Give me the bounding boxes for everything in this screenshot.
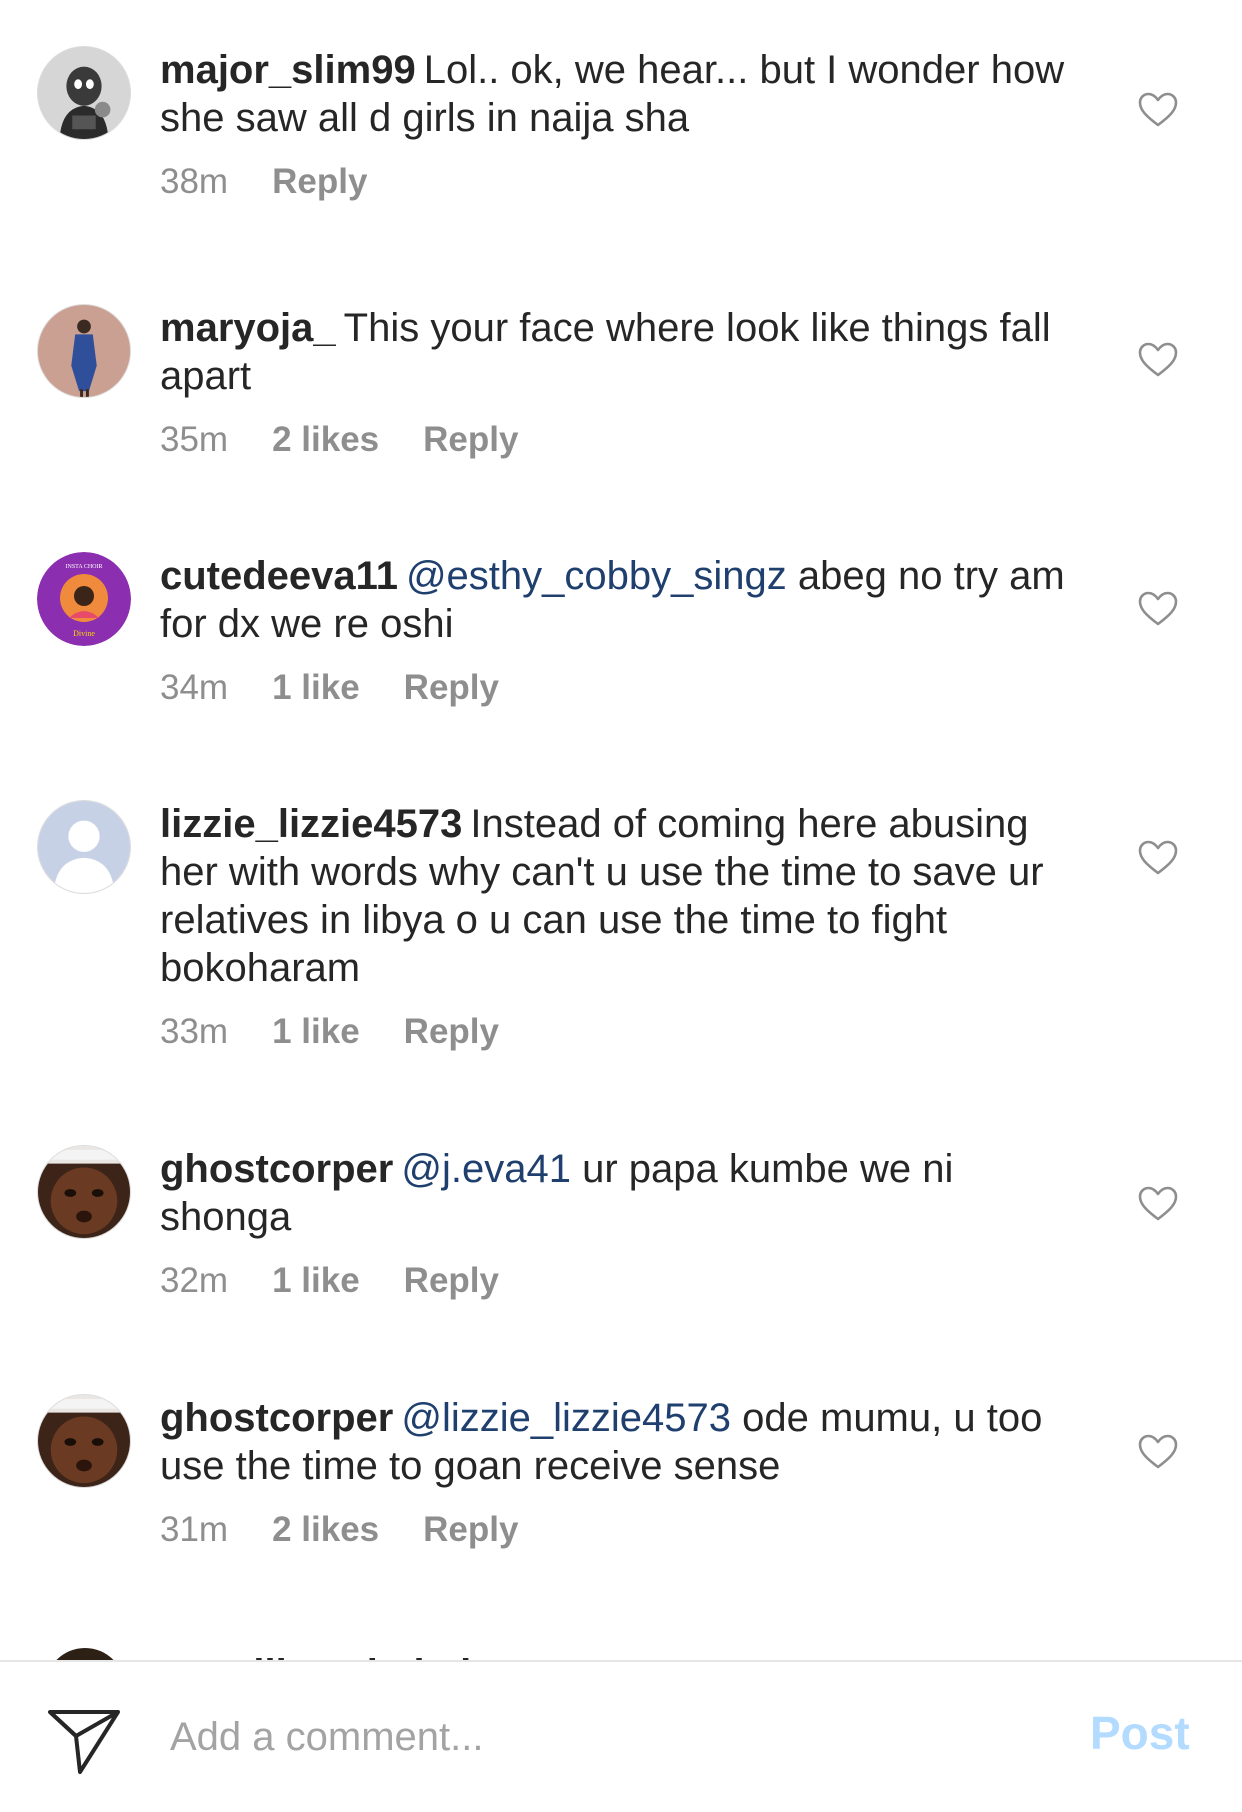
paper-plane-icon[interactable] — [46, 1706, 122, 1776]
avatar-text-bottom: Divine — [73, 629, 95, 638]
reply-button[interactable]: Reply — [423, 418, 518, 462]
comment-body: cutedeeva11 @esthy_cobby_singz abeg no tr… — [160, 552, 1080, 710]
partial-avatar[interactable] — [45, 1648, 125, 1660]
avatar-text-top: INSTA CHOIR — [65, 564, 102, 570]
comment-username[interactable]: lizzie_lizzie4573 — [160, 802, 462, 846]
like-heart-icon[interactable] — [1138, 1434, 1178, 1470]
partial-comment-text: emmiliana babel — [160, 1652, 471, 1660]
comment-meta: 38m Reply — [160, 160, 1080, 204]
post-button[interactable]: Post — [1090, 1706, 1190, 1760]
comment-likes[interactable]: 1 like — [272, 666, 360, 710]
like-heart-icon[interactable] — [1138, 1186, 1178, 1222]
comment-time: 35m — [160, 420, 229, 459]
comment-username[interactable]: maryoja_ — [160, 306, 336, 350]
comment-likes[interactable]: 2 likes — [272, 1508, 379, 1552]
cartoon-avatar-icon[interactable] — [37, 46, 131, 140]
comment-likes[interactable]: 1 like — [272, 1259, 360, 1303]
comment-text: lizzie_lizzie4573 Instead of coming here … — [160, 800, 1080, 992]
reply-button[interactable]: Reply — [423, 1508, 518, 1552]
comment-body: lizzie_lizzie4573 Instead of coming here … — [160, 800, 1080, 1054]
reply-button[interactable]: Reply — [272, 160, 367, 204]
purple-badge-avatar-icon[interactable]: INSTA CHOIR Divine — [37, 552, 131, 646]
comment-text: ghostcorper @lizzie_lizzie4573 ode mumu, … — [160, 1394, 1080, 1490]
comment-username[interactable]: major_slim99 — [160, 48, 416, 92]
comment-input-bar: Post — [0, 1660, 1242, 1812]
comment-mention[interactable]: @lizzie_lizzie4573 — [401, 1396, 731, 1440]
comment-text: maryoja_ This your face where look like t… — [160, 304, 1080, 400]
comment-time: 38m — [160, 162, 229, 201]
comment-text: major_slim99 Lol.. ok, we hear... but I w… — [160, 46, 1080, 142]
like-heart-icon[interactable] — [1138, 342, 1178, 378]
comment-body: ghostcorper @lizzie_lizzie4573 ode mumu, … — [160, 1394, 1080, 1552]
comment-likes[interactable]: 2 likes — [272, 418, 379, 462]
comment-meta: 32m 1 like Reply — [160, 1259, 1080, 1303]
comment-likes[interactable]: 1 like — [272, 1010, 360, 1054]
comment-username[interactable]: ghostcorper — [160, 1396, 393, 1440]
comment-meta: 35m 2 likes Reply — [160, 418, 1080, 462]
comment-mention[interactable]: @esthy_cobby_singz — [406, 554, 787, 598]
add-comment-input[interactable] — [170, 1702, 1050, 1772]
comment-meta: 33m 1 like Reply — [160, 1010, 1080, 1054]
comment-time: 31m — [160, 1510, 229, 1549]
person-photo-avatar-icon[interactable] — [37, 304, 131, 398]
comment-username[interactable]: cutedeeva11 — [160, 554, 398, 598]
comment-body: maryoja_ This your face where look like t… — [160, 304, 1080, 462]
comment-mention[interactable]: @j.eva41 — [401, 1147, 571, 1191]
comments-screen: major_slim99 Lol.. ok, we hear... but I w… — [0, 0, 1242, 1812]
reply-button[interactable]: Reply — [404, 1259, 499, 1303]
comment-text: cutedeeva11 @esthy_cobby_singz abeg no tr… — [160, 552, 1080, 648]
comment-text: ghostcorper @j.eva41 ur papa kumbe we ni … — [160, 1145, 1080, 1241]
comment-time: 32m — [160, 1261, 229, 1300]
comment-username[interactable]: ghostcorper — [160, 1147, 393, 1191]
like-heart-icon[interactable] — [1138, 92, 1178, 128]
like-heart-icon[interactable] — [1138, 840, 1178, 876]
comment-meta: 34m 1 like Reply — [160, 666, 1080, 710]
reply-button[interactable]: Reply — [404, 1010, 499, 1054]
comment-meta: 31m 2 likes Reply — [160, 1508, 1080, 1552]
comment-body: ghostcorper @j.eva41 ur papa kumbe we ni … — [160, 1145, 1080, 1303]
comment-time: 34m — [160, 668, 229, 707]
partial-comment: emmiliana babel — [0, 1640, 1242, 1660]
reply-button[interactable]: Reply — [404, 666, 499, 710]
face-photo-avatar-icon[interactable] — [37, 1145, 131, 1239]
comment-time: 33m — [160, 1012, 229, 1051]
default-user-avatar-icon[interactable] — [37, 800, 131, 894]
comment-body: major_slim99 Lol.. ok, we hear... but I w… — [160, 46, 1080, 204]
like-heart-icon[interactable] — [1138, 591, 1178, 627]
face-photo-avatar-icon[interactable] — [37, 1394, 131, 1488]
